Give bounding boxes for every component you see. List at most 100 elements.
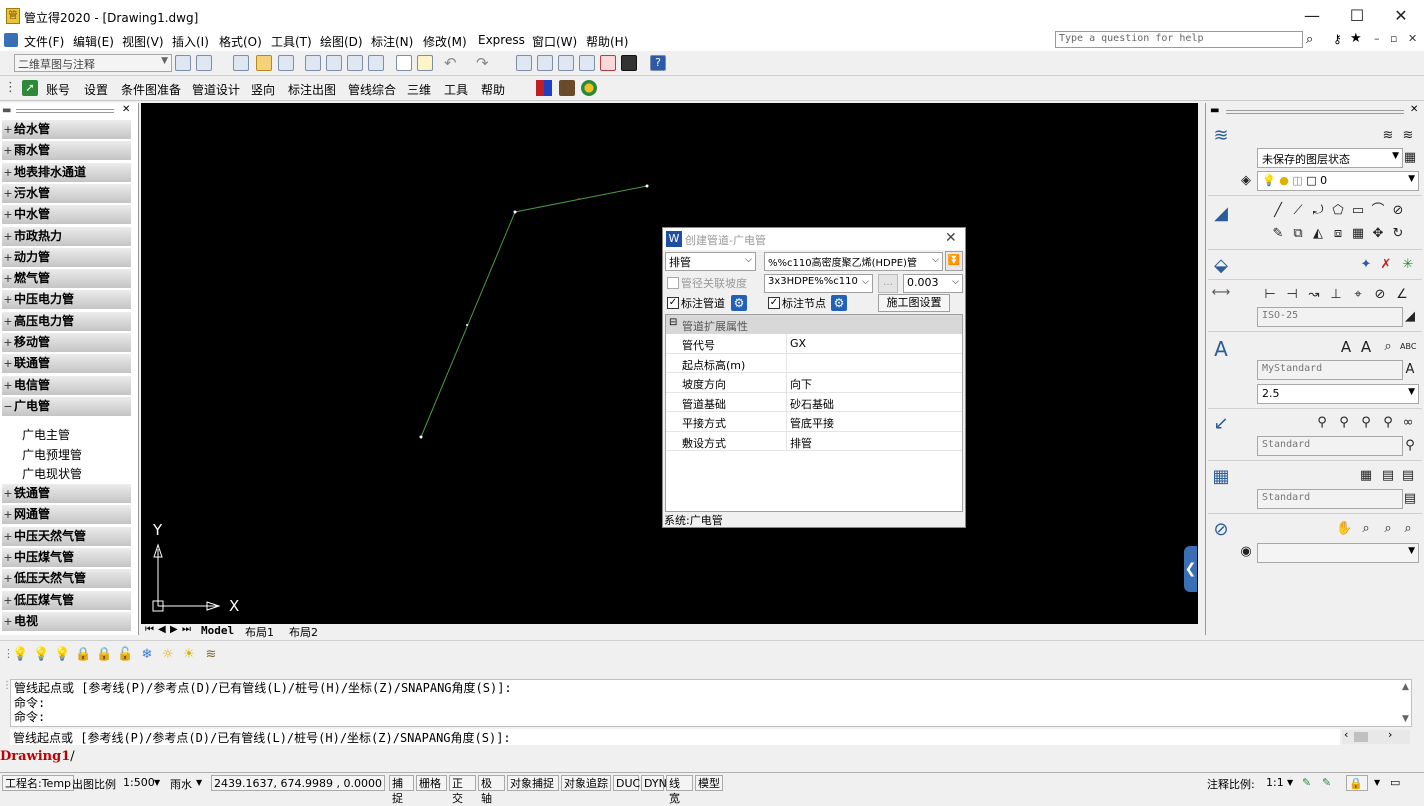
tool-palettes-icon[interactable] — [600, 55, 616, 71]
brush-icon[interactable] — [417, 55, 433, 71]
expand-icon[interactable]: + — [2, 333, 14, 352]
gear-icon[interactable]: ⚙ — [831, 295, 847, 311]
favorite-star-icon[interactable]: ★ — [1350, 31, 1362, 46]
pipe-subcategory[interactable]: 广电主管 — [22, 426, 70, 443]
aligned-dim-icon[interactable]: ⊣ — [1284, 287, 1300, 303]
tab-layout1[interactable]: 布局1 — [245, 624, 274, 640]
view-icon[interactable]: ◉ — [1238, 544, 1254, 560]
find-text-icon[interactable]: ⌕ — [1380, 339, 1396, 355]
pipe-category[interactable]: +移动管 — [2, 333, 131, 353]
expand-icon[interactable]: + — [2, 163, 14, 182]
drawing-tab[interactable]: Drawing1/ — [0, 749, 90, 767]
annotation-scale-value[interactable]: 1:1 — [1266, 776, 1284, 789]
pan-icon[interactable] — [516, 55, 532, 71]
single-line-text-icon[interactable]: A — [1358, 339, 1374, 355]
pipe-material-select[interactable]: %%c110高密度聚乙烯(HDPE)管 ⌵ — [764, 252, 943, 271]
property-row[interactable]: 平接方式 管底平接 — [666, 412, 962, 432]
toolbar-account[interactable]: 账号 — [46, 81, 70, 98]
expand-icon[interactable]: + — [2, 548, 14, 567]
layer-state-manager-icon[interactable]: ▦ — [1402, 150, 1418, 166]
expand-icon[interactable]: + — [2, 227, 14, 246]
dim-style-icon[interactable]: ◢ — [1402, 309, 1418, 325]
status-toggle[interactable]: 栅格 — [416, 775, 447, 791]
zoom-previous-icon[interactable]: ⌕ — [1400, 521, 1416, 537]
rotate-icon[interactable]: ↻ — [1390, 226, 1406, 242]
expand-icon[interactable]: + — [2, 141, 14, 160]
panel-expand-icon[interactable]: ❮ — [1184, 546, 1197, 592]
pipe-category[interactable]: +联通管 — [2, 354, 131, 375]
status-toggle[interactable]: 线宽 — [666, 775, 693, 805]
polygon-icon[interactable]: ⬠ — [1330, 203, 1346, 219]
arrow-icon[interactable]: ➚ — [22, 80, 38, 96]
menu-window[interactable]: 窗口(W) — [532, 33, 577, 50]
menu-modify[interactable]: 修改(M) — [423, 33, 467, 50]
offset-icon[interactable]: ⧈ — [1330, 226, 1346, 242]
design-center-icon[interactable] — [579, 55, 595, 71]
mleader-style-select[interactable]: Standard — [1257, 436, 1403, 456]
pipe-category[interactable]: +中压电力管 — [2, 290, 131, 311]
property-value[interactable]: 向下 — [790, 376, 812, 392]
thaw-icon[interactable]: ☼ — [160, 647, 176, 663]
zoom-icon[interactable] — [537, 55, 553, 71]
tab-next-icon[interactable]: ▶ — [170, 624, 178, 635]
tab-model[interactable]: Model — [201, 624, 234, 637]
library-icon[interactable] — [559, 80, 575, 96]
doc-close-button[interactable]: ✕ — [1408, 32, 1417, 45]
toolbar-tools[interactable]: 工具 — [444, 81, 468, 98]
property-value[interactable]: 砂石基础 — [790, 396, 834, 412]
doc-minimize-button[interactable]: – — [1374, 32, 1380, 45]
dialog-close-button[interactable]: ✕ — [945, 230, 957, 246]
calculator-icon[interactable] — [621, 55, 637, 71]
gear-icon[interactable]: ⚙ — [731, 295, 747, 311]
pipe-type-select[interactable]: 排管 ⌵ — [665, 252, 756, 271]
project-name[interactable]: 工程名:Temp — [2, 775, 75, 791]
status-toggle[interactable]: 模型 — [695, 775, 723, 791]
print-preview-icon[interactable] — [326, 55, 342, 71]
pencil-icon[interactable]: ✎ — [1270, 226, 1286, 242]
property-row[interactable]: 管道基础 砂石基础 — [666, 392, 962, 412]
match-properties-icon[interactable] — [396, 55, 412, 71]
view-select[interactable]: ▼ — [1257, 543, 1419, 563]
toolbar-condition-prep[interactable]: 条件图准备 — [121, 81, 181, 98]
status-toggle[interactable]: 正交 — [449, 775, 476, 805]
status-toggle[interactable]: 极轴 — [478, 775, 505, 805]
keys-icon[interactable]: ⚷ — [1333, 32, 1342, 46]
open-folder-icon[interactable] — [256, 55, 272, 71]
table-style-select[interactable]: Standard — [1257, 489, 1403, 509]
lock-red-icon[interactable]: 🔒 — [96, 647, 112, 663]
pipe-category[interactable]: +中水管 — [2, 205, 131, 226]
bulb-icon[interactable]: 💡 — [54, 647, 70, 663]
pick-icon[interactable]: ✦ — [1358, 257, 1374, 273]
panel-close-icon[interactable]: ▬ — [2, 105, 11, 116]
scroll-up-icon[interactable]: ▲ — [1402, 682, 1409, 692]
panel-grip[interactable] — [1226, 110, 1404, 114]
pipe-category[interactable]: +动力管 — [2, 247, 131, 268]
expand-icon[interactable]: + — [2, 205, 14, 224]
array-icon[interactable]: ▦ — [1350, 226, 1366, 242]
menu-dimension[interactable]: 标注(N) — [371, 33, 413, 50]
pipe-category[interactable]: +电视 — [2, 611, 131, 632]
3d-dwf-icon[interactable] — [368, 55, 384, 71]
chevron-down-icon[interactable]: ▼ — [1374, 778, 1380, 787]
property-section-header[interactable]: ⊟ 管道扩展属性 — [666, 315, 962, 334]
menu-view[interactable]: 视图(V) — [122, 33, 164, 50]
pipe-subcategory[interactable]: 广电预埋管 — [22, 446, 82, 463]
doc-restore-button[interactable]: ▫ — [1390, 32, 1397, 45]
pipe-category[interactable]: +给水管 — [2, 120, 131, 140]
user-group-icon[interactable] — [581, 80, 597, 96]
arc-icon[interactable]: ⌒ — [1370, 203, 1386, 219]
scroll-right-icon[interactable]: › — [1388, 728, 1392, 741]
pipe-subcategory[interactable]: 广电现状管 — [22, 465, 82, 482]
status-toggle[interactable]: DYN — [641, 775, 667, 791]
horizontal-scrollbar[interactable]: ‹ › — [1342, 728, 1410, 744]
tab-prev-icon[interactable]: ◀ — [158, 624, 166, 635]
tab-first-icon[interactable]: ⏮ — [145, 624, 154, 635]
copy-icon[interactable]: ⧉ — [1290, 226, 1306, 242]
construction-settings-button[interactable]: 施工图设置 — [878, 294, 950, 312]
expand-icon[interactable]: + — [2, 527, 14, 546]
toolbar-3d[interactable]: 三维 — [407, 81, 431, 98]
workspace-settings-icon[interactable] — [175, 55, 191, 71]
menu-help[interactable]: 帮助(H) — [586, 33, 628, 50]
layer-select[interactable]: 💡 ● ◫ □ 0 ▼ — [1257, 171, 1419, 191]
status-toggle[interactable]: 捕捉 — [389, 775, 414, 805]
